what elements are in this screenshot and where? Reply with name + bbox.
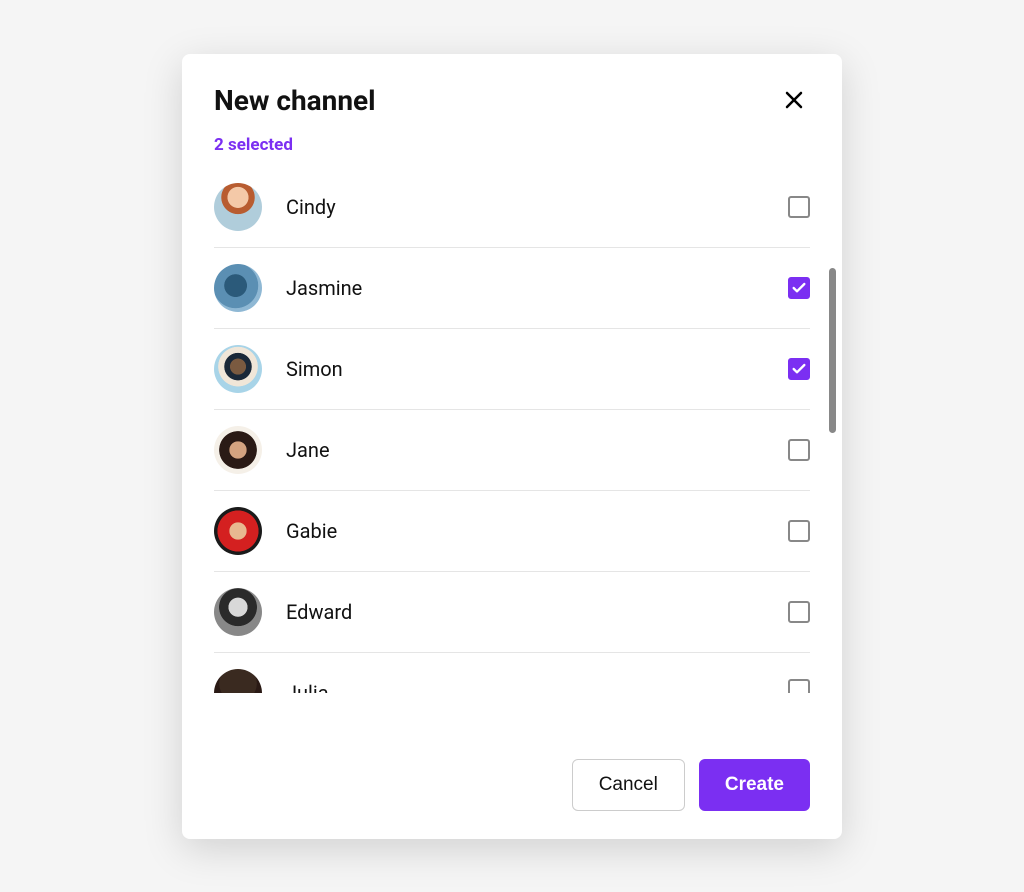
- user-name: Gabie: [286, 519, 788, 543]
- avatar: [214, 345, 262, 393]
- user-checkbox[interactable]: [788, 601, 810, 623]
- user-name: Jane: [286, 438, 788, 462]
- user-checkbox[interactable]: [788, 439, 810, 461]
- scrollbar-thumb[interactable]: [829, 268, 836, 433]
- new-channel-modal: New channel 2 selected Cindy Jasmine Simon…: [182, 54, 842, 839]
- user-item[interactable]: Cindy: [214, 173, 810, 248]
- user-list[interactable]: Cindy Jasmine Simon Jane Gabie Edward Julia: [214, 173, 810, 731]
- user-item[interactable]: Jane: [214, 410, 810, 491]
- user-name: Julia: [286, 681, 788, 693]
- user-checkbox[interactable]: [788, 358, 810, 380]
- user-item[interactable]: Jasmine: [214, 248, 810, 329]
- user-item[interactable]: Simon: [214, 329, 810, 410]
- user-item[interactable]: Gabie: [214, 491, 810, 572]
- user-name: Edward: [286, 600, 788, 624]
- user-checkbox[interactable]: [788, 277, 810, 299]
- check-icon: [791, 361, 807, 377]
- user-item[interactable]: Julia: [214, 653, 810, 693]
- avatar: [214, 588, 262, 636]
- create-button[interactable]: Create: [699, 759, 810, 811]
- user-checkbox[interactable]: [788, 679, 810, 693]
- close-icon: [782, 88, 806, 112]
- user-item[interactable]: Edward: [214, 572, 810, 653]
- check-icon: [791, 280, 807, 296]
- modal-footer: Cancel Create: [182, 731, 842, 811]
- avatar: [214, 426, 262, 474]
- avatar: [214, 264, 262, 312]
- avatar: [214, 507, 262, 555]
- cancel-button[interactable]: Cancel: [572, 759, 685, 811]
- modal-header: New channel: [182, 84, 842, 117]
- avatar: [214, 183, 262, 231]
- modal-title: New channel: [214, 84, 376, 117]
- user-name: Cindy: [286, 195, 788, 219]
- user-list-wrapper: Cindy Jasmine Simon Jane Gabie Edward Julia: [182, 173, 842, 731]
- user-checkbox[interactable]: [788, 520, 810, 542]
- avatar: [214, 669, 262, 693]
- user-name: Jasmine: [286, 276, 788, 300]
- close-button[interactable]: [778, 84, 810, 116]
- user-checkbox[interactable]: [788, 196, 810, 218]
- selected-count: 2 selected: [182, 135, 842, 155]
- user-name: Simon: [286, 357, 788, 381]
